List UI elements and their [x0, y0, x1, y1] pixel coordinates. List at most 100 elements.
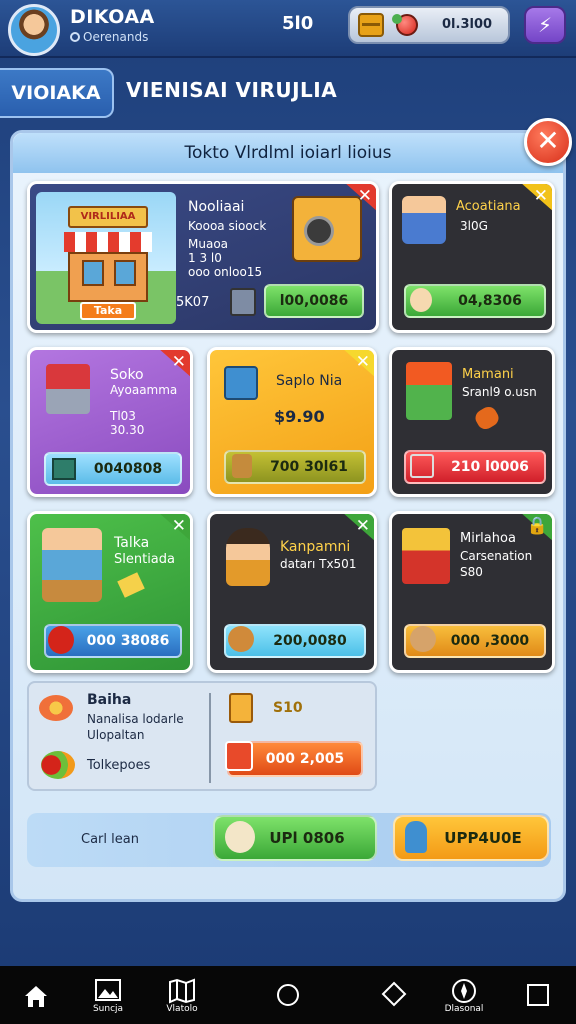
info-title: Baiha [87, 692, 132, 708]
person-icon [405, 821, 427, 853]
close-icon: ✕ [355, 352, 370, 372]
panel-title: Tokto Vlrdlml ioiarl lioius [13, 133, 563, 173]
apple-icon [48, 626, 74, 654]
compass-icon [452, 979, 476, 1003]
close-icon: ✕ [533, 186, 548, 206]
card-shop-price-button[interactable]: l00,0086 [264, 284, 364, 318]
card-shop-line1: Koooa sioock [188, 219, 267, 233]
nav-map-label: Vlatolo [166, 1004, 198, 1014]
bottom-nav: Suncja Vlatolo Dlasonal [0, 966, 576, 1024]
menu-button[interactable]: ⚡ [524, 6, 566, 44]
player-subtitle-text: Oerenands [83, 30, 149, 44]
card-top-right-name: Acoatiana [456, 199, 521, 214]
close-icon: ✕ [355, 516, 370, 536]
card-green-name: Talka [114, 535, 150, 551]
fire-crate-icon [406, 362, 452, 420]
panel-close-button[interactable]: ✕ [524, 118, 572, 166]
nav-compass[interactable]: Dlasonal [434, 970, 494, 1020]
card-orange-name: Saplo Nia [276, 373, 343, 389]
tab-title[interactable]: VIENISAI VIRUJLIA [126, 78, 337, 102]
card-purple[interactable]: Soko Ayoaamma Tl03 30.30 0040808 ✕ [27, 347, 193, 497]
card-purple-line3: 30.30 [110, 423, 145, 437]
worker-cart-icon [402, 196, 446, 244]
nav-gallery-label: Suncja [92, 1004, 124, 1014]
nav-map[interactable]: Vlatolo [152, 970, 212, 1020]
cart-sign-icon [402, 528, 450, 584]
top-bar: DIKOAA Oerenands 5l0 0l.3l00 ⚡ [0, 0, 576, 58]
card-green[interactable]: Talka Slentiada 000 38086 ✕ [27, 511, 193, 673]
delivery-man-icon [42, 528, 102, 602]
shop-building-icon: VIRLILIAA Taka [36, 192, 176, 324]
card-top-right[interactable]: Acoatiana 3l0G 04,8306 ✕ [389, 181, 555, 333]
settings-icon [70, 32, 80, 42]
card-purple-line1: Ayoaamma [110, 383, 178, 397]
card-dark-right-line1: Carsenation [460, 549, 533, 563]
square-icon [527, 984, 549, 1006]
card-orange-price-big: $9.90 [274, 407, 325, 426]
card-dark-mid[interactable]: Kanpamni datarı Tx501 200,0080 ✕ [207, 511, 377, 673]
info-line3: Tolkepoes [87, 758, 151, 773]
machine-icon [292, 196, 362, 262]
card-dark-right[interactable]: Mirlahoa Carsenation S80 000 ,3000 🔒 [389, 511, 555, 673]
piggy-icon [410, 626, 436, 652]
close-icon: ✕ [171, 516, 186, 536]
bolt-icon: ⚡ [537, 13, 553, 37]
cta-label: Carl lean [81, 832, 139, 847]
close-icon: ✕ [171, 352, 186, 372]
nav-tag[interactable] [364, 970, 424, 1020]
nav-circle[interactable] [258, 970, 318, 1020]
card-dark-right-name: Mirlahoa [460, 531, 516, 546]
divider [209, 693, 211, 783]
card-dark-red-line1: Sranl9 o.usn [462, 385, 537, 399]
card-dark-right-line2: S80 [460, 565, 483, 579]
card-dark-red[interactable]: Mamani Sranl9 o.usn 210 l0006 [389, 347, 555, 497]
fruit-icon [41, 751, 75, 779]
tab-active[interactable]: VIOIAKA [0, 68, 114, 118]
info-line2: Ulopaltan [87, 728, 145, 742]
shop-badge[interactable]: Taka [80, 302, 136, 320]
lock-icon: 🔒 [526, 516, 548, 536]
chest-icon [358, 13, 384, 37]
player-name: DIKOAA [70, 6, 155, 28]
card-shop-price-label: 5K07 [176, 295, 210, 310]
shop-sign: VIRLILIAA [68, 206, 148, 228]
close-icon: ✕ [536, 124, 560, 157]
cta-bar: Carl lean UPl 0806 UPP4U0E [27, 813, 551, 867]
gift-icon [229, 693, 253, 723]
sheep-icon [225, 821, 255, 853]
cheese-icon [117, 572, 145, 598]
card-shop[interactable]: VIRLILIAA Taka Nooliaai Koooa sioock Mua… [27, 181, 379, 333]
image-icon [95, 979, 121, 1001]
package-icon [230, 288, 256, 316]
bag-icon [232, 454, 252, 478]
chick-icon [410, 288, 432, 312]
map-icon [169, 978, 195, 1004]
currency-value: 0l.3l00 [442, 17, 493, 32]
nav-compass-label: Dlasonal [444, 1004, 484, 1014]
nav-gallery[interactable]: Suncja [78, 970, 138, 1020]
chef-icon [226, 528, 270, 586]
crate-icon [224, 366, 258, 400]
nav-home[interactable] [6, 970, 66, 1020]
card-shop-name: Nooliaai [188, 199, 245, 215]
shop-panel: Tokto Vlrdlml ioiarl lioius VIRLILIAA Ta… [10, 130, 566, 902]
card-shop-line4: ooo onloo15 [188, 265, 263, 279]
tag-icon [381, 981, 407, 1007]
card-dark-red-name: Mamani [462, 367, 514, 382]
circle-icon [277, 984, 299, 1006]
info-line1: Nanalisa lodarle [87, 712, 184, 726]
card-orange[interactable]: Saplo Nia $9.90 700 30l61 ✕ [207, 347, 377, 497]
cake-icon [225, 741, 253, 771]
cookie-icon [472, 403, 502, 433]
cart-icon [410, 454, 434, 478]
player-avatar[interactable] [8, 4, 60, 56]
home-icon [25, 986, 47, 1007]
currency-pill[interactable]: 0l.3l00 [348, 6, 510, 44]
score-display: 5l0 [282, 13, 314, 34]
nav-square[interactable] [508, 970, 568, 1020]
card-dark-mid-name: Kanpamni [280, 539, 351, 555]
pie-icon [228, 626, 254, 652]
flower-icon [39, 695, 73, 721]
info-box: Baiha Nanalisa lodarle Ulopaltan Tolkepo… [27, 681, 377, 791]
gem-icon [392, 14, 418, 36]
